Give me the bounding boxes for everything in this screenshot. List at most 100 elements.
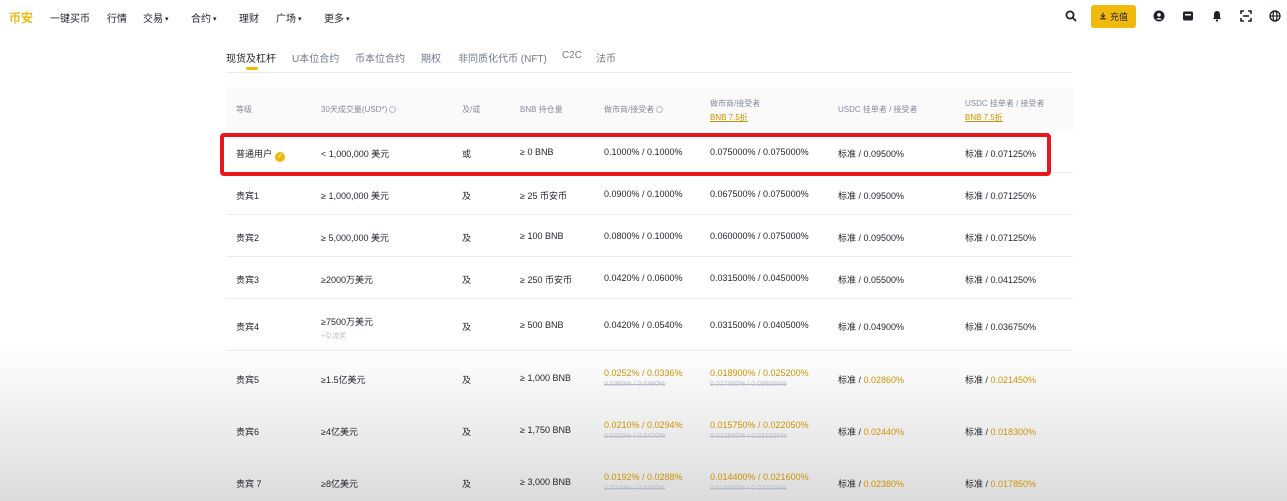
nav-item-markets[interactable]: 行情: [107, 10, 129, 25]
bell-icon[interactable]: [1211, 10, 1223, 22]
cell-bnb-holding: ≥ 0 BNB: [520, 147, 554, 157]
header-usdc: USDC 挂单者 / 接受者: [838, 105, 918, 114]
cell-bnb-holding: ≥ 3,000 BNB: [520, 477, 571, 487]
cell-maker-taker-bnb: 0.060000% / 0.075000%: [710, 231, 809, 241]
top-navigation: 币安 一键买币 行情 交易 ▾ 合约 ▾ 理财 广场 ▾ 更多 ▾ 充值: [0, 0, 1287, 32]
cell-maker-taker-bnb: 0.015750% / 0.022050% 0.022500% / 0.03150…: [710, 420, 809, 440]
nav-item-buy-crypto[interactable]: 一键买币: [50, 10, 92, 25]
cell-maker-taker: 0.0420% / 0.0540%: [604, 320, 683, 330]
header-volume: 30天成交量(USD*): [321, 104, 397, 115]
cell-maker-taker-bnb: 0.014400% / 0.021600% 0.018000% / 0.02700…: [710, 472, 809, 492]
table-row: 贵宾6 ≥4亿美元 及 ≥ 1,750 BNB 0.0210% / 0.0294% 0.0…: [226, 404, 1073, 456]
cell-and-or: 及: [462, 427, 472, 437]
cell-volume: ≥ 1,000,000 美元: [321, 191, 389, 201]
table-row: 贵宾1 ≥ 1,000,000 美元 及 ≥ 25 币安币 0.0900% / 0.10…: [226, 173, 1073, 215]
cell-usdc: 标准 / 0.09500%: [838, 191, 905, 201]
original-fee: 0.0300% / 0.0420%: [604, 433, 666, 440]
cell-usdc: 标准 / 0.02440%: [838, 427, 905, 437]
cell-level: 贵宾5: [236, 375, 260, 385]
nav-item-trade[interactable]: 交易 ▾: [143, 10, 169, 25]
cell-maker-taker: 0.0900% / 0.1000%: [604, 189, 683, 199]
cell-maker-taker-bnb: 0.067500% / 0.075000%: [710, 189, 809, 199]
cell-and-or: 及: [462, 233, 472, 243]
original-fee: 0.027000% / 0.036000%: [710, 381, 787, 388]
cell-bnb-holding: ≥ 1,750 BNB: [520, 425, 571, 435]
wallet-icon[interactable]: [1182, 10, 1194, 22]
search-icon[interactable]: [1065, 10, 1077, 22]
cell-usdc-bnb: 标准 / 0.036750%: [965, 322, 1037, 332]
volume-note: +引流奖: [321, 333, 347, 340]
cell-usdc: 标准 / 0.04900%: [838, 322, 905, 332]
cell-maker-taker: 0.0252% / 0.0336% 0.0360% / 0.0480%: [604, 368, 683, 388]
cell-volume: ≥2000万美元: [321, 275, 373, 285]
cell-maker-taker-bnb: 0.031500% / 0.040500%: [710, 320, 809, 330]
cell-bnb-holding: ≥ 500 BNB: [520, 320, 564, 330]
cell-usdc: 标准 / 0.02860%: [838, 375, 905, 385]
cell-level: 贵宾4: [236, 322, 260, 332]
cell-usdc: 标准 / 0.05500%: [838, 275, 905, 285]
nav-item-earn[interactable]: 理财: [239, 10, 261, 25]
original-fee: 0.0240% / 0.0360%: [604, 485, 666, 492]
tab-nft[interactable]: 非同质化代币 (NFT): [458, 50, 547, 65]
cell-and-or: 及: [462, 322, 472, 332]
cell-and-or: 及: [462, 375, 472, 385]
cell-maker-taker: 0.0420% / 0.0600%: [604, 273, 683, 283]
table-row: 贵宾2 ≥ 5,000,000 美元 及 ≥ 100 BNB 0.0800% / 0.1…: [226, 215, 1073, 257]
nav-item-futures[interactable]: 合约 ▾: [191, 10, 217, 25]
original-fee: 0.022500% / 0.031500%: [710, 433, 787, 440]
cell-usdc: 标准 / 0.02380%: [838, 479, 905, 489]
tab-options[interactable]: 期权: [421, 50, 441, 65]
bnb-discount-link[interactable]: BNB 7.5折: [965, 112, 1045, 123]
nav-item-square[interactable]: 广场 ▾: [276, 10, 302, 25]
tab-coinm-futures[interactable]: 币本位合约: [355, 50, 405, 65]
table-row: 贵宾4 ≥7500万美元 +引流奖 及 ≥ 500 BNB 0.0420% / 0.054…: [226, 299, 1073, 351]
original-fee: 0.018000% / 0.027000%: [710, 485, 787, 492]
cell-volume: ≥1.5亿美元: [321, 375, 366, 385]
cell-usdc-bnb: 标准 / 0.021450%: [965, 375, 1037, 385]
cell-maker-taker: 0.0210% / 0.0294% 0.0300% / 0.0420%: [604, 420, 683, 440]
cell-usdc-bnb: 标准 / 0.071250%: [965, 149, 1037, 159]
cell-maker-taker: 0.1000% / 0.1000%: [604, 147, 683, 157]
cell-usdc: 标准 / 0.09500%: [838, 149, 905, 159]
user-icon[interactable]: [1153, 10, 1165, 22]
table-row: 贵宾 7 ≥8亿美元 及 ≥ 3,000 BNB 0.0192% / 0.0288% 0.…: [226, 456, 1073, 501]
info-icon[interactable]: [656, 106, 664, 113]
cell-bnb-holding: ≥ 100 BNB: [520, 231, 564, 241]
cell-volume: ≥4亿美元: [321, 427, 358, 437]
cell-maker-taker: 0.0192% / 0.0288% 0.0240% / 0.0360%: [604, 472, 683, 492]
globe-icon[interactable]: [1269, 10, 1281, 22]
cell-level: 贵宾6: [236, 427, 260, 437]
header-actions: 充值: [1048, 4, 1281, 28]
scan-icon[interactable]: [1240, 10, 1252, 22]
cell-level: 普通用户 ✓: [236, 147, 286, 162]
cell-usdc-bnb: 标准 / 0.017850%: [965, 479, 1037, 489]
logo[interactable]: 币安: [9, 9, 33, 26]
table-row: 贵宾3 ≥2000万美元 及 ≥ 250 币安币 0.0420% / 0.0600% 0.…: [226, 257, 1073, 299]
deposit-button[interactable]: 充值: [1090, 4, 1136, 28]
info-icon[interactable]: [389, 106, 397, 113]
cell-usdc: 标准 / 0.09500%: [838, 233, 905, 243]
cell-maker-taker-bnb: 0.018900% / 0.025200% 0.027000% / 0.03600…: [710, 368, 809, 388]
bnb-discount-link[interactable]: BNB 7.5折: [710, 112, 760, 123]
nav-item-more[interactable]: 更多 ▾: [324, 10, 350, 25]
tab-spot-margin[interactable]: 现货及杠杆: [226, 50, 276, 65]
cell-and-or: 及: [462, 275, 472, 285]
header-bnb-holding: BNB 持仓量: [520, 105, 563, 114]
download-icon: [1100, 12, 1106, 20]
tab-usdm-futures[interactable]: U本位合约: [292, 50, 339, 65]
header-maker-taker-bnb: 做市商/接受者 BNB 7.5折: [710, 99, 761, 123]
table-row: 普通用户 ✓ < 1,000,000 美元 或 ≥ 0 BNB 0.1000% / 0.1…: [226, 131, 1073, 173]
cell-level: 贵宾3: [236, 275, 260, 285]
cell-usdc-bnb: 标准 / 0.071250%: [965, 191, 1037, 201]
cell-level: 贵宾1: [236, 191, 260, 201]
tab-c2c[interactable]: C2C: [562, 50, 582, 61]
cell-volume: ≥ 5,000,000 美元: [321, 233, 389, 243]
cell-level: 贵宾2: [236, 233, 260, 243]
cell-maker-taker: 0.0800% / 0.1000%: [604, 231, 683, 241]
cell-volume: ≥7500万美元 +引流奖: [321, 317, 373, 340]
cell-volume: ≥8亿美元: [321, 479, 358, 489]
verified-badge-icon: ✓: [275, 152, 286, 162]
cell-level: 贵宾 7: [236, 479, 262, 489]
cell-bnb-holding: ≥ 25 币安币: [520, 191, 567, 201]
tab-fiat[interactable]: 法币: [596, 50, 616, 65]
